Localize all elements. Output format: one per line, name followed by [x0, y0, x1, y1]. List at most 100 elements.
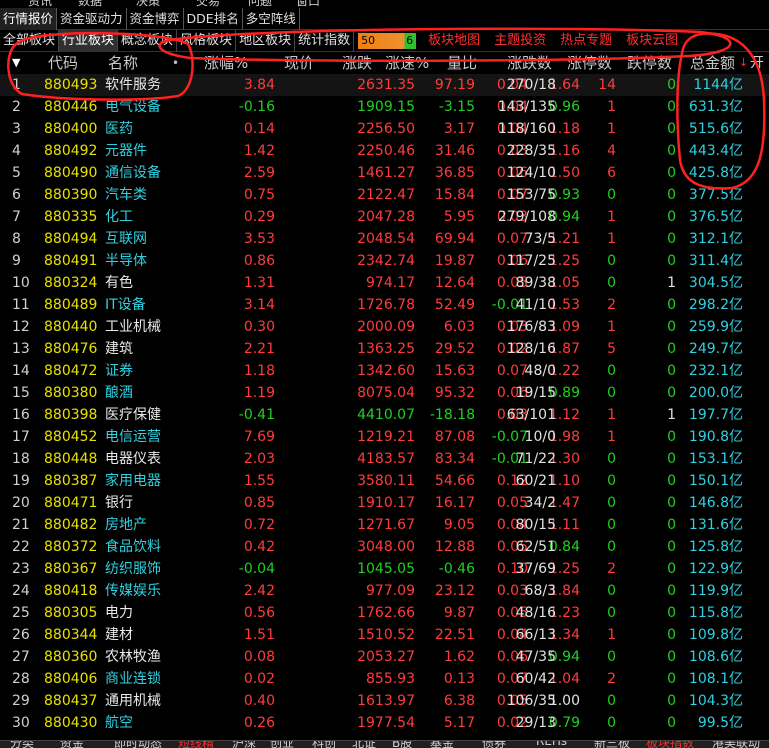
sector-link-2[interactable]: 热点专题 [552, 30, 618, 52]
bottom-tab[interactable]: 港美联动 [712, 741, 760, 748]
bottom-tab[interactable]: 基金 [430, 741, 454, 748]
tab-quotes[interactable]: 行情报价 [0, 8, 58, 30]
sector-name[interactable]: 电力 [105, 602, 195, 624]
table-row[interactable]: 14 880472 证券 1.18 1342.60 15.63 0.07 1.22 48/0 0 0… [0, 360, 769, 382]
sector-name[interactable]: 医疗保健 [105, 404, 195, 426]
table-row[interactable]: 15 880380 酿酒 1.19 8075.04 95.32 0.06 0.89 19/15 0… [0, 382, 769, 404]
bottom-tab[interactable]: 资金 [60, 741, 84, 748]
sector-name[interactable]: 电信运营 [105, 426, 195, 448]
header-ups[interactable]: 涨停数 [567, 52, 612, 74]
sector-name[interactable]: 医药 [105, 118, 195, 140]
top-menu-item[interactable]: 数据 [78, 0, 102, 8]
table-row[interactable]: 28 880406 商业连锁 0.02 855.93 0.13 0.07 1.04 60/42 2… [0, 668, 769, 690]
sector-name[interactable]: 航空 [105, 712, 195, 734]
table-row[interactable]: 7 880335 化工 0.29 2047.28 5.95 0.03 0.94 279/108 1… [0, 206, 769, 228]
tab-row1-3[interactable]: DDE排名 [184, 8, 243, 30]
header-updown[interactable]: 涨跌数 [507, 52, 552, 74]
bottom-tab[interactable]: 即时动态 [114, 741, 162, 748]
top-menu-item[interactable]: 问题 [248, 0, 272, 8]
header-downs[interactable]: 跌停数 [627, 52, 672, 74]
table-row[interactable]: 29 880437 通用机械 0.40 1613.97 6.38 0.05 1.00 106/3… [0, 690, 769, 712]
sector-name[interactable]: 建筑 [105, 338, 195, 360]
sector-link-0[interactable]: 板块地图 [420, 30, 486, 52]
table-row[interactable]: 21 880482 房地产 0.72 1271.67 9.05 0.04 1.11 80/15 0… [0, 514, 769, 536]
tab-row1-1[interactable]: 资金驱动力 [57, 8, 127, 30]
sector-name[interactable]: 通用机械 [105, 690, 195, 712]
bottom-tab[interactable]: REITs [536, 741, 567, 748]
sector-name[interactable]: 建材 [105, 624, 195, 646]
table-row[interactable]: 30 880430 航空 0.26 1977.54 5.17 0.02 0.79 29/13 0 0… [0, 712, 769, 734]
table-row[interactable]: 3 880400 医药 0.14 2256.50 3.17 0.04 1.18 118/160 1… [0, 118, 769, 140]
bottom-tab[interactable]: 债券 [482, 741, 506, 748]
header-price[interactable]: 现价 [284, 52, 314, 74]
sector-link-1[interactable]: 主题投资 [486, 30, 552, 52]
sector-name[interactable]: IT设备 [105, 294, 195, 316]
header-chg[interactable]: 涨跌 [342, 52, 372, 74]
header-extra[interactable]: 开 [750, 52, 769, 74]
table-row[interactable]: 27 880360 农林牧渔 0.08 2053.27 1.62 0.06 0.94 47/35… [0, 646, 769, 668]
top-menu-item[interactable]: 决策 [136, 0, 160, 8]
tab-sector-3[interactable]: 风格板块 [177, 29, 237, 52]
header-pct[interactable]: 涨幅% [204, 52, 248, 74]
count-slider[interactable]: 50 6 [358, 32, 417, 49]
table-row[interactable]: 24 880418 传媒娱乐 2.42 977.09 23.12 0.03 1.84 68/3 0… [0, 580, 769, 602]
table-row[interactable]: 6 880390 汽车类 0.75 2122.47 15.84 0.07 0.93 153/75… [0, 184, 769, 206]
header-ratio[interactable]: 量比 [447, 52, 477, 74]
sector-link-3[interactable]: 板块云图 [618, 30, 684, 52]
sector-name[interactable]: 酿酒 [105, 382, 195, 404]
sector-name[interactable]: 有色 [105, 272, 195, 294]
bottom-tab[interactable]: 北证 [352, 741, 376, 748]
sort-triangle-icon[interactable]: ▼ [12, 52, 20, 74]
table-row[interactable]: 17 880452 电信运营 7.69 1219.21 87.08 -0.07 1.98 10/… [0, 426, 769, 448]
bottom-tab[interactable]: 板块指数 [646, 741, 694, 748]
sector-name[interactable]: 食品饮料 [105, 536, 195, 558]
sector-name[interactable]: 银行 [105, 492, 195, 514]
sector-name[interactable]: 电气设备 [105, 96, 195, 118]
sector-name[interactable]: 半导体 [105, 250, 195, 272]
sector-name[interactable]: 房地产 [105, 514, 195, 536]
tab-sector-2[interactable]: 概念板块 [118, 29, 178, 52]
sector-name[interactable]: 工业机械 [105, 316, 195, 338]
table-row[interactable]: 22 880372 食品饮料 0.42 3048.00 12.88 0.05 0.84 62/5… [0, 536, 769, 558]
sector-name[interactable]: 传媒娱乐 [105, 580, 195, 602]
tab-sector-4[interactable]: 地区板块 [236, 29, 296, 52]
sector-name[interactable]: 汽车类 [105, 184, 195, 206]
tab-sector-1[interactable]: 行业板块 [59, 29, 119, 52]
table-row[interactable]: 13 880476 建筑 2.21 1363.25 29.52 0.02 1.87 128/16… [0, 338, 769, 360]
header-code[interactable]: 代码 [48, 52, 78, 74]
header-name[interactable]: 名称 [108, 52, 138, 74]
top-menu-item[interactable]: 资讯 [28, 0, 52, 8]
top-menu-item[interactable]: 交易 [196, 0, 220, 8]
table-row[interactable]: 25 880305 电力 0.56 1762.66 9.87 0.05 1.23 48/16 0 0… [0, 602, 769, 624]
table-row[interactable]: 9 880491 半导体 0.86 2342.74 19.87 0.06 1.25 117/25… [0, 250, 769, 272]
bottom-tab[interactable]: 短线精 [178, 741, 214, 748]
bottom-tab[interactable]: B股 [392, 741, 412, 748]
sector-name[interactable]: 元器件 [105, 140, 195, 162]
sector-name[interactable]: 证券 [105, 360, 195, 382]
table-row[interactable]: 2 880446 电气设备 -0.16 1909.15 -3.15 0.04 0.96 143/… [0, 96, 769, 118]
sector-name[interactable]: 农林牧渔 [105, 646, 195, 668]
tab-sector-0[interactable]: 全部板块 [0, 29, 60, 52]
table-row[interactable]: 20 880471 银行 0.85 1910.17 16.17 0.05 1.47 34/2 0 0… [0, 492, 769, 514]
bottom-tab[interactable]: 新三板 [594, 741, 630, 748]
table-row[interactable]: 19 880387 家用电器 1.55 3580.11 54.66 0.12 1.10 60/2… [0, 470, 769, 492]
sector-name[interactable]: 通信设备 [105, 162, 195, 184]
table-row[interactable]: 26 880344 建材 1.51 1510.52 22.51 0.04 1.34 66/13 1… [0, 624, 769, 646]
sector-name[interactable]: 纺织服饰 [105, 558, 195, 580]
table-row[interactable]: 5 880490 通信设备 2.59 1461.27 36.85 0.06 1.50 124/1… [0, 162, 769, 184]
table-row[interactable]: 4 880492 元器件 1.42 2250.46 31.46 0.03 1.16 228/35… [0, 140, 769, 162]
sector-name[interactable]: 家用电器 [105, 470, 195, 492]
bottom-tab[interactable]: 沪深 [232, 741, 256, 748]
sector-name[interactable]: 化工 [105, 206, 195, 228]
table-row[interactable]: 11 880489 IT设备 3.14 1726.78 52.49 -0.01 1.53 41/… [0, 294, 769, 316]
tab-row1-2[interactable]: 资金博弈 [127, 8, 184, 30]
tab-sector-5[interactable]: 统计指数 [295, 29, 355, 52]
table-row[interactable]: 16 880398 医疗保健 -0.41 4410.07 -18.18 0.03 1.12 63… [0, 404, 769, 426]
table-row[interactable]: 18 880448 电器仪表 2.03 4183.57 83.34 -0.01 1.30 71/… [0, 448, 769, 470]
header-amount[interactable]: 总金额 [690, 52, 735, 74]
table-row[interactable]: 12 880440 工业机械 0.30 2000.09 6.03 0.03 1.09 176/8… [0, 316, 769, 338]
sector-name[interactable]: 电器仪表 [105, 448, 195, 470]
table-row[interactable]: 1 880493 软件服务 3.84 2631.35 97.19 0.04 1.64 270/1… [0, 74, 769, 96]
tab-row1-4[interactable]: 多空阵线 [243, 8, 300, 30]
sector-name[interactable]: 互联网 [105, 228, 195, 250]
